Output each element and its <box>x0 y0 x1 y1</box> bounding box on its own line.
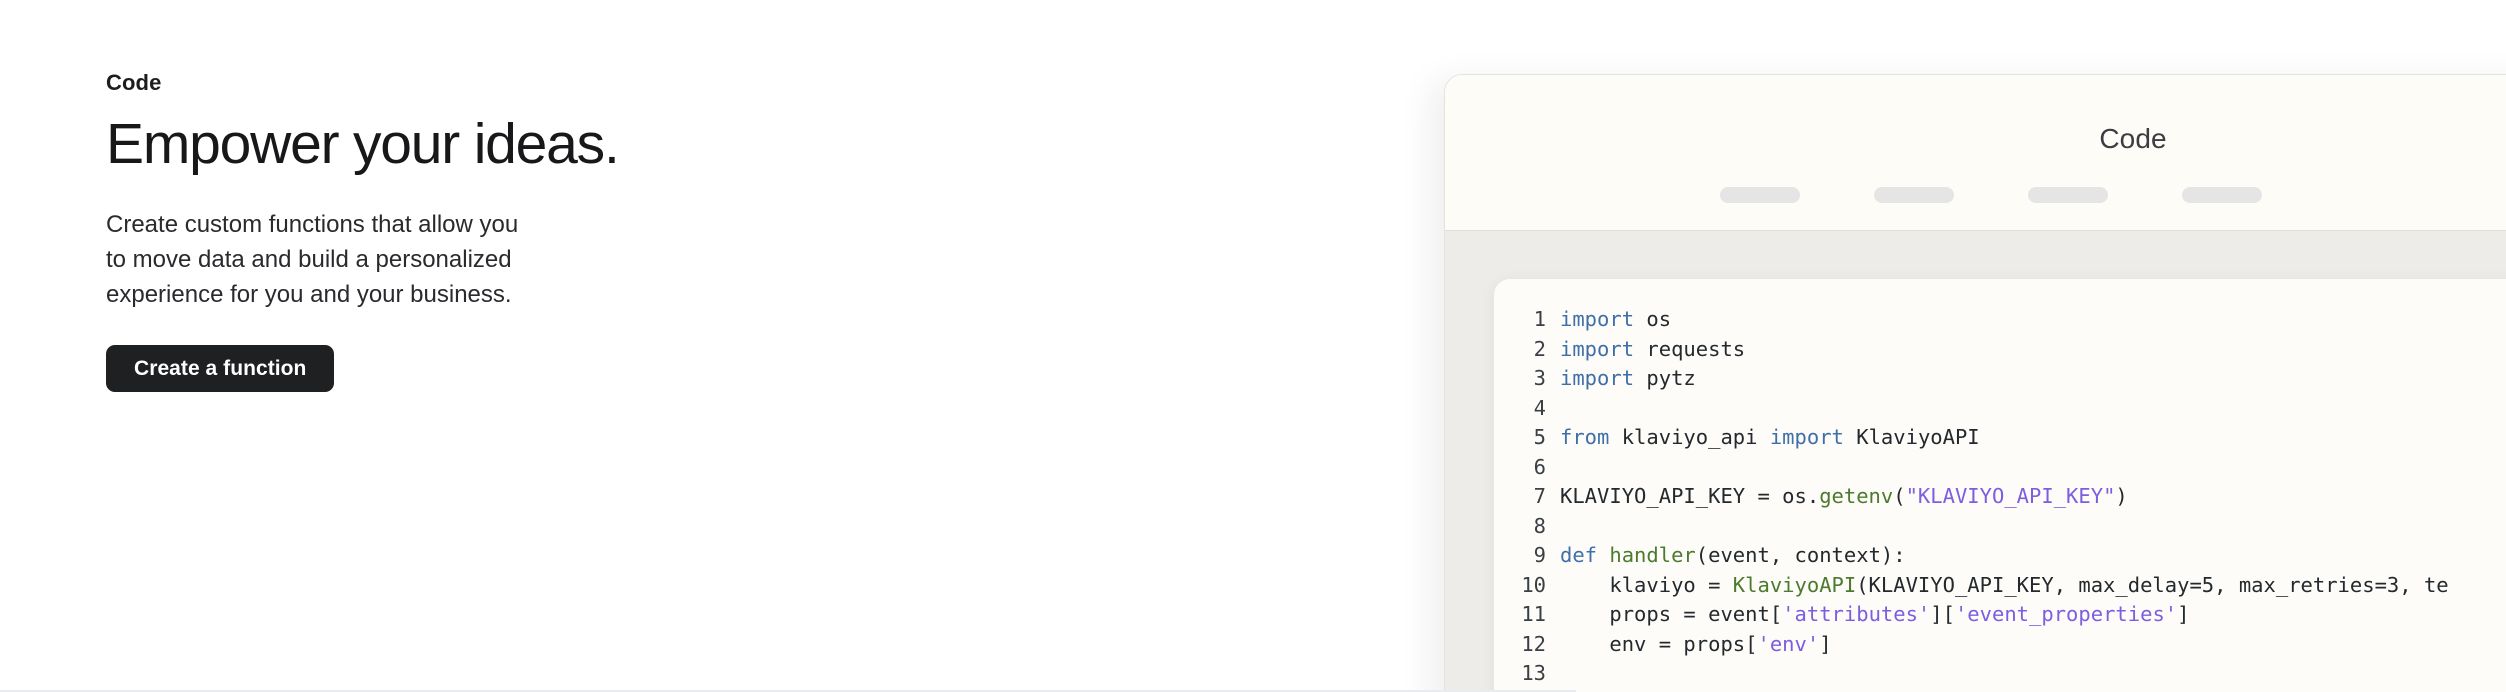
code-line-text[interactable]: props = event['attributes']['event_prope… <box>1560 600 2506 630</box>
code-line: 5 from klaviyo_api import KlaviyoAPI <box>1494 423 2506 453</box>
code-line-text[interactable]: import pytz <box>1560 364 2506 394</box>
code-line-text[interactable]: from klaviyo_api import KlaviyoAPI <box>1560 423 2506 453</box>
panel-body: 1 import os 2 import requests 3 import pytz 4 5… <box>1445 231 2506 692</box>
code-token: os <box>1634 307 1672 331</box>
code-token: (KLAVIYO_API_KEY, max_delay=5, max_retri… <box>1856 572 2449 597</box>
code-line-number: 6 <box>1533 454 1546 479</box>
code-token: import <box>1769 425 1844 449</box>
code-token: KlaviyoAPI <box>1732 572 1857 597</box>
skeleton-tab-placeholder <box>2028 187 2108 203</box>
code-editor-lines[interactable]: 1 import os 2 import requests 3 import pytz 4 5… <box>1494 305 2506 689</box>
code-token: ] <box>2177 602 2190 626</box>
code-line-number: 10 <box>1521 572 1546 597</box>
create-a-function-button[interactable]: Create a function <box>106 344 335 392</box>
code-token: ( <box>1893 484 1906 508</box>
code-line: 2 import requests <box>1494 335 2506 365</box>
code-token: ][ <box>1930 602 1955 626</box>
code-line-text[interactable]: import os <box>1560 305 2506 335</box>
code-line: 10 klaviyo = KlaviyoAPI(KLAVIYO_API_KEY,… <box>1494 571 2506 601</box>
code-token: env = props[ <box>1560 631 1758 656</box>
panel-title: Code <box>2099 123 2167 154</box>
code-line: 7 KLAVIYO_API_KEY = os.getenv("KLAVIYO_AP… <box>1494 482 2506 512</box>
marketing-copy-column: Code Empower your ideas. Create custom f… <box>106 70 666 392</box>
code-line: 1 import os <box>1494 305 2506 335</box>
code-token: requests <box>1634 336 1746 361</box>
code-line-number: 4 <box>1533 395 1546 420</box>
code-token: pytz <box>1634 366 1696 390</box>
code-token: 'attributes' <box>1782 602 1931 626</box>
code-line: 11 props = event['attributes']['event_pr… <box>1494 600 2506 630</box>
skeleton-tab-placeholder <box>1874 187 1954 203</box>
code-token: import <box>1560 336 1635 361</box>
code-token: handler <box>1609 543 1696 567</box>
code-line: 9 def handler(event, context): <box>1494 541 2506 571</box>
code-token: getenv <box>1819 484 1894 508</box>
code-line-number: 9 <box>1533 543 1546 567</box>
code-editor-card[interactable]: 1 import os 2 import requests 3 import pytz 4 5… <box>1494 279 2506 692</box>
code-line-text[interactable]: def handler(event, context): <box>1560 541 2506 571</box>
code-token: klaviyo = <box>1560 572 1733 597</box>
page-title: Empower your ideas. <box>106 112 620 177</box>
code-token: import <box>1560 307 1635 331</box>
code-line-number: 8 <box>1533 513 1546 538</box>
code-line-text[interactable]: env = props['env'] <box>1560 630 2506 660</box>
code-line: 13 <box>1494 659 2506 689</box>
code-token: KLAVIYO_API_KEY = os. <box>1560 484 1820 508</box>
code-line: 3 import pytz <box>1494 364 2506 394</box>
skeleton-tab-placeholder <box>2182 187 2262 203</box>
code-line-number: 3 <box>1533 366 1546 390</box>
code-token: from <box>1560 425 1610 449</box>
code-line-text[interactable]: KLAVIYO_API_KEY = os.getenv("KLAVIYO_API… <box>1560 482 2506 512</box>
code-line: 6 <box>1494 453 2506 483</box>
code-token: 'env' <box>1757 631 1820 656</box>
code-token: ] <box>1819 631 1832 656</box>
code-line-text[interactable]: import requests <box>1560 335 2506 365</box>
code-line-number: 13 <box>1521 661 1546 685</box>
code-line-number: 2 <box>1533 336 1546 361</box>
skeleton-tab-row <box>1720 187 2262 203</box>
panel-header: Code <box>1445 75 2506 231</box>
code-token: import <box>1560 366 1635 390</box>
code-line: 8 <box>1494 512 2506 542</box>
code-token: KlaviyoAPI <box>1843 425 1980 449</box>
code-line: 4 <box>1494 394 2506 424</box>
code-token: klaviyo_api <box>1609 425 1770 449</box>
code-line-number: 11 <box>1521 602 1546 626</box>
code-line-number: 1 <box>1533 307 1546 331</box>
code-line-number: 12 <box>1521 631 1546 656</box>
page-root: Code Empower your ideas. Create custom f… <box>0 0 2506 692</box>
code-token: def <box>1560 543 1598 567</box>
code-token: props = event[ <box>1560 602 1783 626</box>
code-app-preview-panel: Code 1 import os 2 import requests 3 import p… <box>1444 74 2506 692</box>
code-token: ) <box>2115 484 2128 508</box>
code-line-text[interactable]: klaviyo = KlaviyoAPI(KLAVIYO_API_KEY, ma… <box>1560 571 2506 601</box>
code-token: "KLAVIYO_API_KEY" <box>1905 484 2116 508</box>
skeleton-tab-placeholder <box>1720 187 1800 203</box>
section-description: Create custom functions that allow you t… <box>106 210 519 309</box>
code-line-number: 7 <box>1533 484 1546 508</box>
code-line-number: 5 <box>1533 425 1546 449</box>
section-eyebrow: Code <box>106 70 162 95</box>
code-token: 'event_properties' <box>1954 602 2178 626</box>
code-line: 12 env = props['env'] <box>1494 630 2506 660</box>
code-token: (event, context): <box>1695 543 1906 567</box>
